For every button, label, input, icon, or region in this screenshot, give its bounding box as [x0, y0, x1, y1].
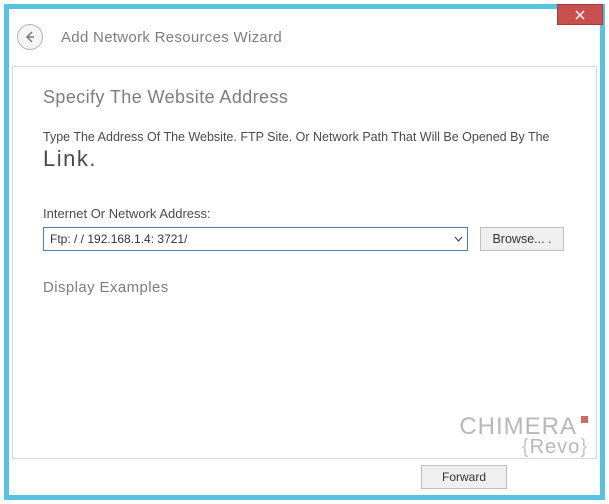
browse-label: Browse... .	[492, 232, 551, 246]
bracket-icon: {	[522, 436, 530, 458]
bracket-icon: }	[580, 436, 588, 458]
instruction-line1: Type The Address Of The Website. FTP Sit…	[43, 130, 549, 144]
close-button[interactable]	[557, 4, 603, 25]
examples-link[interactable]: Display Examples	[43, 279, 566, 296]
window-frame: Add Network Resources Wizard Specify The…	[4, 4, 605, 500]
dropdown-button[interactable]	[449, 236, 467, 242]
close-icon	[575, 10, 585, 20]
forward-button[interactable]: Forward	[421, 465, 507, 489]
back-button[interactable]	[17, 24, 43, 50]
watermark: CHIMERA {Revo}	[459, 416, 588, 456]
instruction-line2: Link.	[43, 145, 566, 173]
wizard-content: Specify The Website Address Type The Add…	[12, 66, 597, 459]
back-arrow-icon	[23, 30, 37, 44]
page-heading: Specify The Website Address	[43, 87, 566, 108]
wizard-title: Add Network Resources Wizard	[61, 29, 282, 46]
wizard-header: Add Network Resources Wizard	[9, 9, 600, 65]
forward-label: Forward	[442, 470, 486, 484]
watermark-line2: Revo	[530, 436, 581, 458]
wizard-footer: Forward	[12, 459, 597, 495]
instruction-text: Type The Address Of The Website. FTP Sit…	[43, 130, 566, 172]
address-row: Browse... .	[43, 227, 566, 251]
address-label: Internet Or Network Address:	[43, 206, 566, 221]
chevron-down-icon	[454, 236, 463, 242]
watermark-line1: CHIMERA	[459, 413, 577, 440]
watermark-dot-icon	[581, 416, 588, 423]
address-combobox[interactable]	[43, 227, 468, 251]
address-input[interactable]	[44, 228, 449, 250]
browse-button[interactable]: Browse... .	[480, 227, 564, 251]
